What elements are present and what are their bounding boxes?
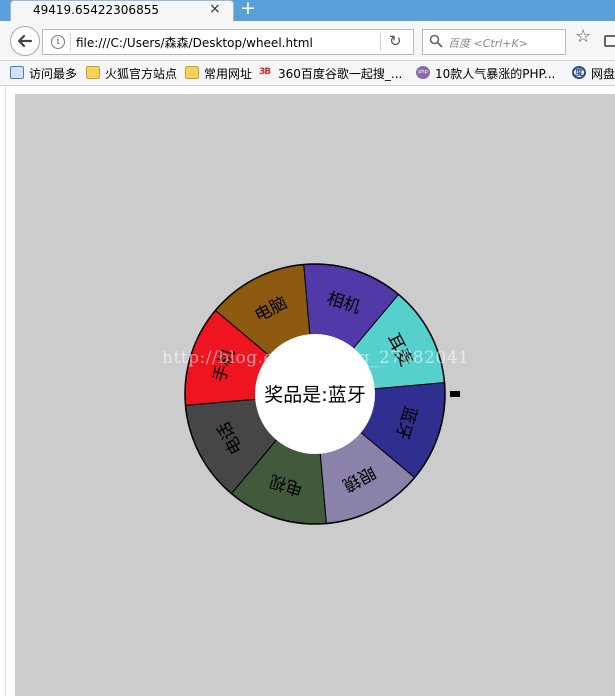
folder-icon — [86, 66, 100, 79]
page-content: 相机 耳麦 蓝牙 眼镜 电视 电话 手机 电脑 奖品是:蓝牙 http://blog.csdn… — [15, 94, 615, 696]
navigation-toolbar: i file:///C:/Users/森森/Desktop/wheel.html… — [0, 21, 615, 61]
new-tab-button[interactable]: + — [240, 0, 256, 19]
tab-strip: 49419.65422306855 × + — [0, 0, 615, 21]
url-text[interactable]: file:///C:/Users/森森/Desktop/wheel.html — [76, 34, 313, 51]
search-icon — [429, 34, 443, 48]
php-icon: php — [416, 66, 430, 79]
search-placeholder: 百度 <Ctrl+K> — [448, 37, 528, 50]
prize-wheel[interactable]: 相机耳麦蓝牙眼镜电视电话手机电脑 奖品是:蓝牙 — [15, 94, 615, 696]
back-arrow-icon — [17, 34, 33, 48]
info-icon[interactable]: i — [51, 35, 65, 49]
tab-title: 49419.65422306855 — [33, 3, 159, 17]
bookmarks-toolbar: 访问最多 火狐官方站点 常用网址 3B 360百度谷歌一起搜_... php 1… — [0, 61, 615, 86]
pan-icon: 度 — [572, 66, 586, 79]
bookmark-label: 10款人气暴涨的PHP... — [435, 67, 556, 81]
browser-tab[interactable]: 49419.65422306855 × — [10, 0, 234, 21]
bookmark-label: 常用网址 — [204, 67, 253, 81]
back-button[interactable] — [10, 26, 40, 56]
url-bar[interactable]: i file:///C:/Users/森森/Desktop/wheel.html… — [42, 29, 414, 55]
tab-close-icon[interactable]: × — [209, 1, 221, 17]
bookmark-label: 火狐官方站点 — [105, 67, 178, 81]
library-icon[interactable] — [604, 35, 615, 47]
folder-icon — [185, 66, 199, 79]
watermark-text: http://blog.csdn.net/qq_27682041 — [162, 348, 470, 368]
bookmark-label: 网盘 — [591, 67, 615, 81]
reload-icon[interactable]: ↻ — [389, 32, 402, 50]
bookmark-label: 360百度谷歌一起搜_... — [278, 67, 403, 81]
url-separator — [70, 33, 71, 51]
wheel-pointer — [450, 391, 460, 397]
most-visited-icon — [10, 66, 24, 79]
search-box[interactable]: 百度 <Ctrl+K> — [422, 29, 566, 55]
window-border — [0, 86, 6, 696]
prize-result-text: 奖品是:蓝牙 — [264, 384, 365, 406]
360-icon: 3B — [259, 67, 271, 77]
reload-separator — [380, 33, 381, 51]
bookmark-star-icon[interactable]: ☆ — [575, 26, 591, 47]
bookmark-label: 访问最多 — [29, 67, 78, 81]
